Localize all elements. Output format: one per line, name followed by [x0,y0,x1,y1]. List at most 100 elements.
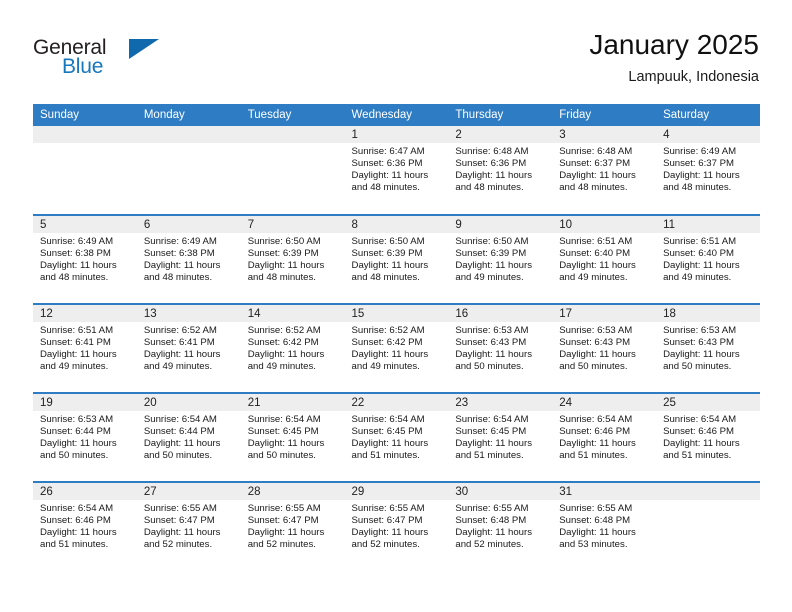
calendar-cell-day-11[interactable]: 11 Sunrise: 6:51 AM Sunset: 6:40 PM Dayligh… [656,214,760,304]
calendar-week-row: 5 Sunrise: 6:49 AM Sunset: 6:38 PM Daylight… [33,214,760,304]
calendar-cell-day-14[interactable]: 14 Sunrise: 6:52 AM Sunset: 6:42 PM Dayligh… [240,303,345,393]
calendar-cell-day-20[interactable]: 20 Sunrise: 6:54 AM Sunset: 6:44 PM Dayligh… [136,392,241,482]
weekday-header-row: Sunday Monday Tuesday Wednesday Thursday Frid… [33,104,760,126]
calendar-cell-day-31[interactable]: 31 Sunrise: 6:55 AM Sunset: 6:48 PM Dayligh… [552,481,657,571]
calendar-cell-day-22[interactable]: 22 Sunrise: 6:54 AM Sunset: 6:45 PM Dayligh… [344,392,449,482]
weekday-header-monday: Monday [136,104,241,126]
daylight-text-line2: and 50 minutes. [143,450,213,462]
day-number: 26 [33,483,137,500]
day-number: 24 [552,394,657,411]
logo-text-blue: Blue [62,55,104,78]
calendar-cell-day-18[interactable]: 18 Sunrise: 6:53 AM Sunset: 6:43 PM Dayligh… [656,303,760,393]
daylight-text-line2: and 52 minutes. [143,539,213,551]
daylight-text-line2: and 50 minutes. [559,361,628,373]
sunset-text: Sunset: 6:48 PM [559,515,631,527]
sunrise-text: Sunrise: 6:50 AM [455,236,529,247]
sunrise-text: Sunrise: 6:55 AM [455,503,529,514]
calendar-cell-day-21[interactable]: 21 Sunrise: 6:54 AM Sunset: 6:45 PM Dayligh… [240,392,345,482]
day-number: 27 [136,483,241,500]
day-number: 18 [656,305,760,322]
calendar-cell-day-16[interactable]: 16 Sunrise: 6:53 AM Sunset: 6:43 PM Dayligh… [448,303,553,393]
calendar-cell-day-15[interactable]: 15 Sunrise: 6:52 AM Sunset: 6:42 PM Dayligh… [344,303,449,393]
daylight-text-line2: and 48 minutes. [247,272,316,284]
sunrise-text: Sunrise: 6:50 AM [351,236,425,247]
calendar-cell-day-3[interactable]: 3 Sunrise: 6:48 AM Sunset: 6:37 PM Daylight… [552,126,657,215]
day-details: Sunrise: 6:48 AM Sunset: 6:36 PM Daylight:… [448,143,552,194]
calendar-cell-day-2[interactable]: 2 Sunrise: 6:48 AM Sunset: 6:36 PM Daylight… [448,126,553,215]
calendar-cell-day-23[interactable]: 23 Sunrise: 6:54 AM Sunset: 6:45 PM Dayligh… [448,392,553,482]
calendar-cell-day-10[interactable]: 10 Sunrise: 6:51 AM Sunset: 6:40 PM Dayligh… [552,214,657,304]
calendar-cell-day-1[interactable]: 1 Sunrise: 6:47 AM Sunset: 6:36 PM Daylight… [344,126,449,215]
logo-triangle-icon [129,39,159,59]
day-number [136,126,241,143]
daylight-text-line1: Daylight: 11 hours [663,349,740,361]
daylight-text-line1: Daylight: 11 hours [351,438,429,450]
calendar-cell-day-7[interactable]: 7 Sunrise: 6:50 AM Sunset: 6:39 PM Daylight… [240,214,345,304]
calendar-cell-day-8[interactable]: 8 Sunrise: 6:50 AM Sunset: 6:39 PM Daylight… [344,214,449,304]
day-number: 11 [656,216,760,233]
calendar-cell-day-12[interactable]: 12 Sunrise: 6:51 AM Sunset: 6:41 PM Dayligh… [33,303,137,393]
sunrise-text: Sunrise: 6:53 AM [40,414,114,425]
day-number: 6 [136,216,241,233]
daylight-text-line1: Daylight: 11 hours [455,438,532,450]
daylight-text-line1: Daylight: 11 hours [351,349,429,361]
sunrise-text: Sunrise: 6:49 AM [663,146,737,157]
day-number: 16 [448,305,553,322]
sunrise-text: Sunrise: 6:53 AM [663,325,737,336]
daylight-text-line2: and 49 minutes. [351,361,420,373]
daylight-text-line2: and 51 minutes. [351,450,420,462]
sunrise-text: Sunrise: 6:55 AM [247,503,321,514]
calendar-cell-day-5[interactable]: 5 Sunrise: 6:49 AM Sunset: 6:38 PM Daylight… [33,214,137,304]
sunset-text: Sunset: 6:39 PM [455,248,527,260]
daylight-text-line2: and 48 minutes. [40,272,109,284]
calendar-cell-day-30[interactable]: 30 Sunrise: 6:55 AM Sunset: 6:48 PM Dayligh… [448,481,553,571]
daylight-text-line2: and 49 minutes. [143,361,213,373]
day-number: 29 [344,483,449,500]
day-details: Sunrise: 6:53 AM Sunset: 6:43 PM Daylight:… [552,322,656,373]
day-details: Sunrise: 6:50 AM Sunset: 6:39 PM Daylight:… [241,233,345,284]
sunset-text: Sunset: 6:46 PM [559,426,631,438]
day-number: 3 [552,126,657,143]
sunset-text: Sunset: 6:41 PM [40,337,111,349]
calendar-cell-day-9[interactable]: 9 Sunrise: 6:50 AM Sunset: 6:39 PM Daylight… [448,214,553,304]
day-details: Sunrise: 6:53 AM Sunset: 6:44 PM Daylight:… [33,411,137,462]
daylight-text-line1: Daylight: 11 hours [455,170,532,182]
calendar-cell-day-4[interactable]: 4 Sunrise: 6:49 AM Sunset: 6:37 PM Daylight… [656,126,760,215]
calendar-cell-day-24[interactable]: 24 Sunrise: 6:54 AM Sunset: 6:46 PM Dayligh… [552,392,657,482]
sunrise-text: Sunrise: 6:54 AM [455,414,529,425]
calendar-cell-day-6[interactable]: 6 Sunrise: 6:49 AM Sunset: 6:38 PM Daylight… [136,214,241,304]
page-title: January 2025 [589,29,759,60]
daylight-text-line2: and 48 minutes. [455,182,524,194]
daylight-text-line2: and 53 minutes. [559,539,628,551]
calendar-cell-day-25[interactable]: 25 Sunrise: 6:54 AM Sunset: 6:46 PM Dayligh… [656,392,760,482]
sunrise-text: Sunrise: 6:55 AM [559,503,633,514]
calendar-cell-day-27[interactable]: 27 Sunrise: 6:55 AM Sunset: 6:47 PM Dayligh… [136,481,241,571]
sunset-text: Sunset: 6:39 PM [247,248,319,260]
day-details: Sunrise: 6:54 AM Sunset: 6:46 PM Daylight:… [33,500,137,551]
daylight-text-line1: Daylight: 11 hours [559,438,636,450]
calendar-body: 1 Sunrise: 6:47 AM Sunset: 6:36 PM Daylight… [33,126,760,571]
calendar-cell-day-26[interactable]: 26 Sunrise: 6:54 AM Sunset: 6:46 PM Dayligh… [33,481,137,571]
daylight-text-line1: Daylight: 11 hours [559,527,636,539]
calendar-cell-day-17[interactable]: 17 Sunrise: 6:53 AM Sunset: 6:43 PM Dayligh… [552,303,657,393]
daylight-text-line1: Daylight: 11 hours [40,527,117,539]
title-block: January 2025 Lampuuk, Indonesia [589,28,759,88]
day-details: Sunrise: 6:55 AM Sunset: 6:48 PM Daylight:… [448,500,552,551]
daylight-text-line1: Daylight: 11 hours [455,260,532,272]
sunset-text: Sunset: 6:42 PM [247,337,319,349]
calendar-cell-day-28[interactable]: 28 Sunrise: 6:55 AM Sunset: 6:47 PM Dayligh… [240,481,345,571]
daylight-text-line1: Daylight: 11 hours [247,438,325,450]
sunset-text: Sunset: 6:45 PM [455,426,527,438]
day-number: 13 [136,305,241,322]
day-number: 17 [552,305,657,322]
day-number: 19 [33,394,137,411]
calendar-cell-day-19[interactable]: 19 Sunrise: 6:53 AM Sunset: 6:44 PM Dayligh… [33,392,137,482]
day-details: Sunrise: 6:55 AM Sunset: 6:47 PM Daylight:… [241,500,345,551]
day-details: Sunrise: 6:54 AM Sunset: 6:45 PM Daylight:… [448,411,552,462]
general-blue-logo[interactable]: General Blue [33,36,163,88]
page-header: General Blue January 2025 Lampuuk, Indon… [33,28,759,96]
calendar-cell-day-29[interactable]: 29 Sunrise: 6:55 AM Sunset: 6:47 PM Dayligh… [344,481,449,571]
daylight-text-line2: and 51 minutes. [559,450,628,462]
calendar-cell-day-13[interactable]: 13 Sunrise: 6:52 AM Sunset: 6:41 PM Dayligh… [136,303,241,393]
daylight-text-line1: Daylight: 11 hours [351,170,429,182]
